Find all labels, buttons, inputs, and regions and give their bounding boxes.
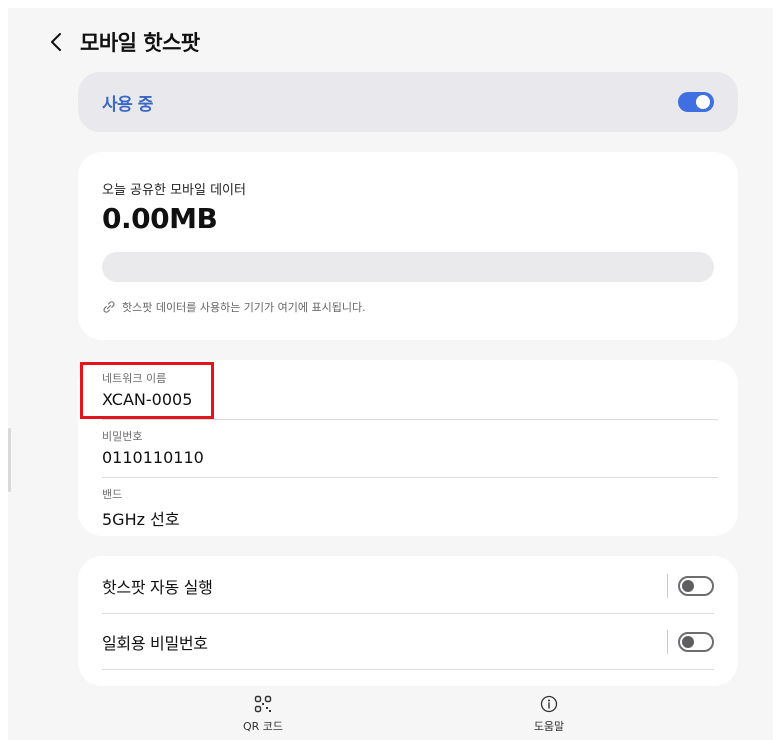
data-usage-card: 오늘 공유한 모바일 데이터 0.00MB 핫스팟 데이터를 사용하는 기기가 … <box>78 152 738 340</box>
toggle-knob <box>682 579 694 592</box>
auto-hotspot-controls <box>667 573 714 598</box>
band-label: 밴드 <box>102 488 123 501</box>
data-usage-label: 오늘 공유한 모바일 데이터 <box>102 183 246 198</box>
hotspot-toggle[interactable] <box>678 92 714 112</box>
chevron-left-icon <box>51 33 61 51</box>
divider <box>667 573 668 598</box>
one-time-password-toggle[interactable] <box>678 631 714 652</box>
edge-panel-handle[interactable] <box>8 428 11 492</box>
toggle-knob <box>696 95 710 109</box>
link-icon <box>102 300 116 314</box>
data-usage-value: 0.00MB <box>102 202 218 235</box>
one-time-password-label: 일회용 비밀번호 <box>102 633 208 653</box>
qr-code-label: QR 코드 <box>242 720 284 733</box>
password-field[interactable]: 비밀번호 0110110110 <box>102 428 718 478</box>
auto-hotspot-row[interactable]: 핫스팟 자동 실행 <box>102 558 714 614</box>
one-time-password-controls <box>667 629 714 654</box>
one-time-password-row[interactable]: 일회용 비밀번호 <box>102 614 714 670</box>
back-button[interactable] <box>44 28 68 56</box>
page-title: 모바일 핫스팟 <box>80 31 200 55</box>
password-value: 0110110110 <box>102 448 204 467</box>
help-label: 도움말 <box>533 720 565 733</box>
data-usage-hint-text: 핫스팟 데이터를 사용하는 기기가 여기에 표시됩니다. <box>122 301 366 314</box>
qr-code-button[interactable]: QR 코드 <box>218 694 308 738</box>
password-label: 비밀번호 <box>102 430 143 443</box>
in-use-label: 사용 중 <box>102 94 153 115</box>
hotspot-options-card: 핫스팟 자동 실행 일회용 비밀번호 <box>78 556 738 686</box>
help-button[interactable]: 도움말 <box>504 694 594 738</box>
qr-code-icon <box>253 694 273 714</box>
network-name-highlight <box>80 362 214 419</box>
info-icon <box>539 694 559 714</box>
toggle-knob <box>682 635 694 648</box>
band-field[interactable]: 밴드 5GHz 선호 <box>102 486 718 532</box>
band-value: 5GHz 선호 <box>102 510 180 529</box>
data-usage-progress-bar <box>102 252 714 282</box>
app-header: 모바일 핫스팟 <box>44 26 200 58</box>
divider <box>667 629 668 654</box>
data-usage-hint: 핫스팟 데이터를 사용하는 기기가 여기에 표시됩니다. <box>102 299 366 315</box>
auto-hotspot-label: 핫스팟 자동 실행 <box>102 577 213 597</box>
auto-hotspot-toggle[interactable] <box>678 575 714 596</box>
hotspot-master-switch-row[interactable]: 사용 중 <box>78 72 738 132</box>
